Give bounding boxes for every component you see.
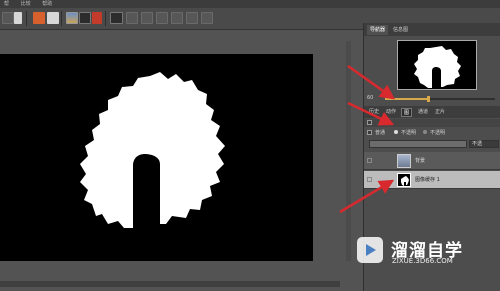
- blend-mode-field[interactable]: [369, 140, 467, 148]
- zoom-slider[interactable]: [385, 96, 495, 102]
- radio-dot[interactable]: [423, 130, 427, 134]
- toolbar-separator: [26, 11, 27, 26]
- watermark: 溜溜自学 ZIXUE.3D66.COM: [354, 232, 474, 272]
- menu-bar: 帮 比较 帮助: [0, 0, 500, 8]
- grid-icon[interactable]: [171, 12, 183, 24]
- selection-icon[interactable]: [14, 12, 22, 24]
- checkbox[interactable]: [367, 130, 372, 135]
- zoom-row: 60: [367, 95, 497, 103]
- checkbox[interactable]: [367, 120, 372, 125]
- grid-icon[interactable]: [156, 12, 168, 24]
- layer-mask-preview: [401, 176, 409, 186]
- filmstrip-icon[interactable]: [110, 12, 123, 24]
- play-logo-icon: [357, 237, 383, 263]
- image-icon[interactable]: [79, 12, 91, 24]
- vertical-scrollbar[interactable]: [346, 41, 351, 261]
- layer-name: 背景: [415, 158, 426, 164]
- option-opacity-label: 不透明: [401, 130, 417, 136]
- option-normal-label: 普通: [375, 130, 386, 136]
- layer-row[interactable]: 背景: [364, 152, 500, 170]
- navigator-tabs: 导航器 信息图: [364, 23, 500, 36]
- layers-tabs: 历史 动作 图 通道 正片: [364, 106, 500, 118]
- menu-item[interactable]: 比较: [21, 1, 31, 7]
- document-icon[interactable]: [47, 12, 59, 24]
- document-icon[interactable]: [33, 12, 45, 24]
- zoom-value: 60: [367, 95, 374, 101]
- menu-item[interactable]: 帮助: [42, 1, 52, 7]
- toolbar-separator: [105, 11, 106, 26]
- watermark-subtitle: ZIXUE.3D66.COM: [392, 257, 453, 265]
- tab-channels[interactable]: 通道: [416, 108, 430, 117]
- tab-paths[interactable]: 正片: [433, 108, 447, 117]
- layers-toolbar: [364, 119, 500, 127]
- layer-thumbnail: [397, 173, 411, 187]
- opacity-select[interactable]: 不透: [469, 140, 499, 148]
- radio-dot[interactable]: [394, 130, 398, 134]
- tab-actions[interactable]: 动作: [384, 108, 398, 117]
- image-icon[interactable]: [92, 12, 102, 24]
- horizontal-scrollbar[interactable]: [0, 281, 340, 287]
- grid-icon[interactable]: [126, 12, 138, 24]
- app-window: 帮 比较 帮助 导航器 信息图 60 历史 动作 图 通道 正片 普通 不透明 …: [0, 0, 500, 291]
- option-opacity-label-2: 不透明: [430, 130, 446, 136]
- eye-icon[interactable]: [367, 177, 372, 182]
- tree-silhouette-image: [80, 72, 225, 228]
- blend-mode-row: 普通 不透明 不透明: [364, 128, 500, 137]
- grid-icon[interactable]: [186, 12, 198, 24]
- toolbar-separator: [61, 11, 62, 26]
- zoom-slider-fill: [385, 98, 427, 100]
- image-icon[interactable]: [66, 12, 78, 24]
- tab-navigator[interactable]: 导航器: [367, 25, 389, 35]
- navigator-thumbnail[interactable]: [397, 40, 477, 90]
- play-logo-glyph: [366, 244, 376, 256]
- layer-name: 图像缓存 1: [415, 177, 440, 183]
- canvas-area: [0, 31, 353, 291]
- layer-thumbnail: [397, 154, 411, 168]
- grid-icon[interactable]: [141, 12, 153, 24]
- opacity-row: 不透: [364, 139, 500, 151]
- eye-icon[interactable]: [367, 158, 372, 163]
- menu-item[interactable]: 帮: [4, 1, 9, 7]
- navigator-preview-image: [414, 46, 461, 88]
- grid-icon[interactable]: [201, 12, 213, 24]
- save-icon[interactable]: [2, 12, 14, 24]
- zoom-slider-handle[interactable]: [426, 96, 430, 102]
- tab-info[interactable]: 信息图: [390, 25, 411, 35]
- image-canvas[interactable]: [0, 54, 313, 261]
- tab-history[interactable]: 历史: [367, 108, 381, 117]
- layer-row-selected[interactable]: 图像缓存 1: [364, 171, 500, 189]
- tab-layers[interactable]: 图: [401, 108, 413, 117]
